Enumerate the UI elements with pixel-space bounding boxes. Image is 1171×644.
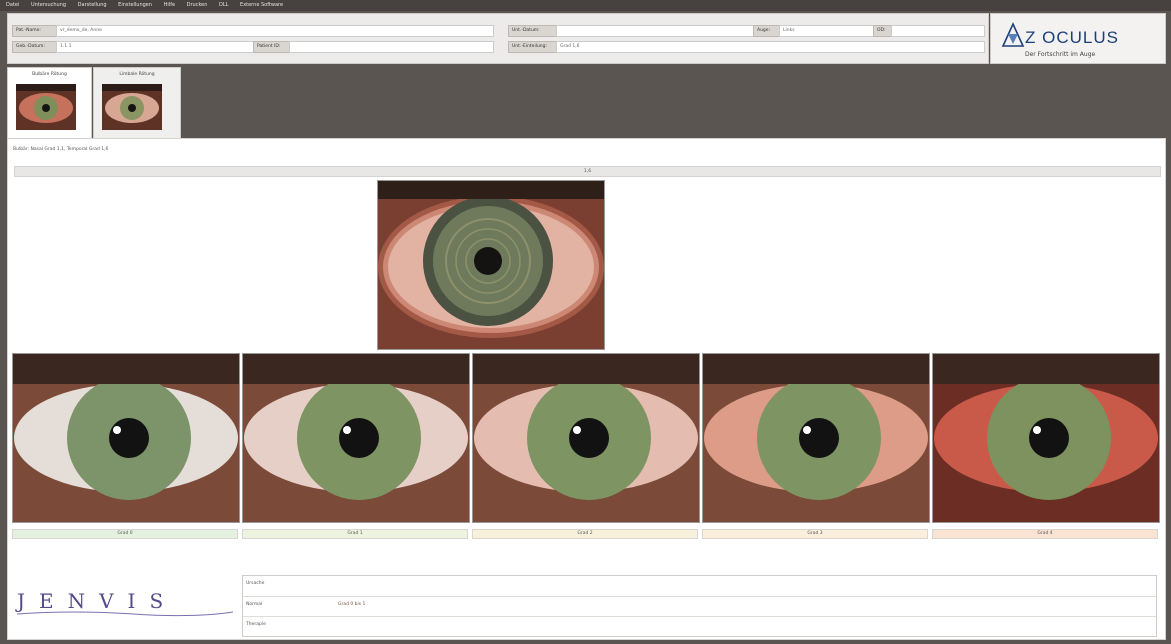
exam-date-label: Unt.-Datum:	[508, 25, 560, 37]
thumbnail-bulbar	[16, 84, 76, 130]
patient-id-label: Patient ID:	[253, 41, 293, 53]
table-row: Ursache	[243, 576, 1156, 595]
logo-tagline: Der Fortschritt im Auge	[1025, 51, 1096, 58]
menu-item-drucken[interactable]: Drucken	[187, 2, 208, 8]
grading-label: Unt.-Einteilung:	[508, 41, 560, 53]
eye-photo-grade-2	[472, 353, 700, 523]
oculus-logo: Z OCULUS Der Fortschritt im Auge	[990, 13, 1166, 64]
tab-label: Bulbäre Rötung	[32, 72, 67, 77]
menu-item-hilfe[interactable]: Hilfe	[164, 2, 175, 8]
jenvis-logo: JENVIS	[15, 589, 234, 617]
patient-id-field[interactable]	[289, 41, 494, 53]
logo-text: Z OCULUS	[1025, 28, 1119, 47]
menu-bar: Datei Untersuchung Darstellung Einstellu…	[0, 0, 1171, 11]
thumbnail-limbal	[102, 84, 162, 130]
logo-mark-icon	[1001, 22, 1025, 47]
eye-photo-grade-4	[932, 353, 1160, 523]
grade-2-button[interactable]: Grad 2	[472, 529, 698, 539]
grade-1-button[interactable]: Grad 1	[242, 529, 468, 539]
menu-item-einstellungen[interactable]: Einstellungen	[118, 2, 152, 8]
eye-field[interactable]: Links	[779, 25, 877, 37]
menu-item-externe-software[interactable]: Externe Software	[240, 2, 283, 8]
table-row: Normal Grad 0 bis 1	[243, 596, 1156, 616]
exam-date-field[interactable]	[556, 25, 754, 37]
tab-label: Limbale Rötung	[119, 72, 155, 77]
extra-field[interactable]	[891, 25, 985, 37]
grading-scale-bar[interactable]: 1,6	[14, 166, 1161, 177]
grade-3-button[interactable]: Grad 3	[702, 529, 928, 539]
grading-summary: Bulbär: Nasal Grad 1,1, Temporal Grad 1,…	[13, 147, 109, 152]
eye-photo-main	[377, 180, 605, 350]
menu-item-untersuchung[interactable]: Untersuchung	[31, 2, 66, 8]
scale-value: 1,6	[583, 169, 592, 174]
row-key: Ursache	[246, 581, 265, 586]
menu-item-darstellung[interactable]: Darstellung	[78, 2, 107, 8]
row-key: Therapie	[246, 622, 266, 627]
tab-bulbar-redness[interactable]: Bulbäre Rötung	[7, 67, 92, 139]
description-table: Ursache Normal Grad 0 bis 1 Therapie	[242, 575, 1157, 637]
patient-info-panel: Pat.-Name: vr_demo_de, Anne Geb.-Datum: …	[7, 13, 989, 64]
main-content: Bulbär: Nasal Grad 1,1, Temporal Grad 1,…	[7, 138, 1166, 640]
row-key: Normal	[246, 602, 263, 607]
menu-item-datei[interactable]: Datei	[6, 2, 19, 8]
menu-item-dll[interactable]: DLL	[219, 2, 228, 8]
dob-label: Geb.-Datum:	[12, 41, 60, 53]
grade-4-button[interactable]: Grad 4	[932, 529, 1158, 539]
dob-field[interactable]: 1.1.1	[56, 41, 254, 53]
eye-photo-grade-0	[12, 353, 240, 523]
patient-name-label: Pat.-Name:	[12, 25, 60, 37]
row-value: Grad 0 bis 1	[338, 602, 366, 607]
eye-photo-grade-1	[242, 353, 470, 523]
patient-name-field[interactable]: vr_demo_de, Anne	[56, 25, 494, 37]
tab-limbal-redness[interactable]: Limbale Rötung	[93, 67, 181, 139]
eye-photo-grade-3	[702, 353, 930, 523]
table-row: Therapie	[243, 616, 1156, 636]
grading-field[interactable]: Grad 1,6	[556, 41, 985, 53]
grade-0-button[interactable]: Grad 0	[12, 529, 238, 539]
jenvis-logo-text: JENVIS	[15, 589, 177, 613]
